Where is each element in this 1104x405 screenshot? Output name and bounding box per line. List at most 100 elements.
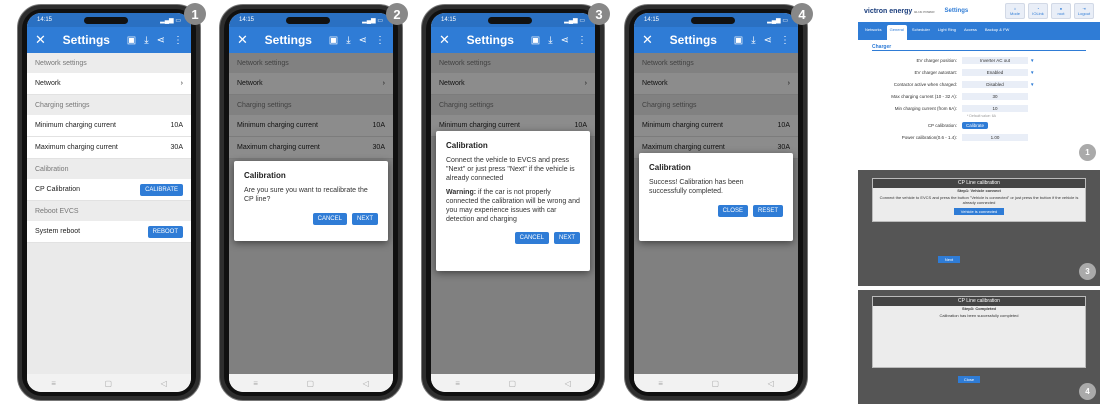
share-icon[interactable]: ⋖ — [359, 35, 367, 46]
contactor-select[interactable]: Disabled — [962, 80, 1028, 88]
max-current-label: Maximum charging current — [35, 144, 118, 151]
download-icon[interactable]: ⤓ — [346, 35, 350, 46]
cancel-button[interactable]: CANCEL — [514, 232, 549, 245]
autostart-select[interactable]: Enabled — [962, 68, 1028, 76]
tab-access[interactable]: Access — [961, 25, 980, 40]
status-icons: ▂▄▆ ▭ — [767, 17, 788, 24]
dropdown-icon: ▼ — [1030, 69, 1035, 75]
share-icon[interactable]: ⋖ — [764, 35, 772, 46]
close-button[interactable]: Close — [958, 376, 980, 383]
reboot-button[interactable]: REBOOT — [147, 225, 183, 238]
calibration-modal: CP Line calibration Step1: Vehicle conne… — [872, 178, 1086, 222]
max-current-input[interactable]: 30 — [962, 92, 1028, 100]
close-icon[interactable]: ✕ — [237, 32, 248, 48]
page-title: Settings — [264, 33, 312, 47]
max-current-row[interactable]: Maximum charging current 30A — [27, 137, 191, 159]
back-nav-icon[interactable]: ◁ — [768, 379, 774, 388]
home-nav-icon[interactable]: ▢ — [104, 379, 112, 388]
reset-button[interactable]: RESET — [752, 204, 783, 217]
tab-general[interactable]: General — [886, 25, 907, 40]
save-icon[interactable]: ▣ — [127, 35, 136, 46]
home-nav-icon[interactable]: ▢ — [711, 379, 719, 388]
field-label: EV charger autostart: — [914, 69, 957, 75]
tab-networks[interactable]: Networks — [862, 25, 885, 40]
dialog-title: Calibration — [649, 163, 691, 172]
close-button[interactable]: CLOSE — [717, 204, 748, 217]
network-row[interactable]: Network › — [27, 73, 191, 95]
logout-button[interactable]: ⇥ Logout — [1074, 3, 1094, 19]
confirm-dialog: Calibration Are you sure you want to rec… — [234, 161, 388, 241]
iolink-button[interactable]: ◔ IOLink — [1028, 3, 1048, 19]
calibrate-button[interactable]: CALIBRATE — [140, 183, 183, 196]
section-network: Network settings — [27, 53, 191, 73]
user-button[interactable]: ● root — [1051, 3, 1071, 19]
step-badge: 3 — [588, 3, 610, 25]
more-icon[interactable]: ⋮ — [577, 35, 587, 46]
dropdown-icon: ▼ — [1030, 81, 1035, 87]
home-nav-icon[interactable]: ▢ — [306, 379, 314, 388]
home-nav-icon[interactable]: ▢ — [508, 379, 516, 388]
menu-nav-icon[interactable]: ≡ — [658, 379, 663, 388]
next-button[interactable]: NEXT — [351, 212, 378, 225]
menu-nav-icon[interactable]: ≡ — [51, 379, 56, 388]
back-nav-icon[interactable]: ◁ — [161, 379, 167, 388]
cp-calibration-row: CP Calibration CALIBRATE — [27, 179, 191, 201]
share-icon[interactable]: ⋖ — [561, 35, 569, 46]
next-button[interactable]: Next — [938, 256, 960, 263]
section-calibration: Calibration — [27, 159, 191, 179]
more-icon[interactable]: ⋮ — [173, 35, 183, 46]
back-nav-icon[interactable]: ◁ — [565, 379, 571, 388]
tab-scheduler[interactable]: Scheduler — [909, 25, 933, 40]
download-icon[interactable]: ⤓ — [548, 35, 552, 46]
vehicle-connected-button[interactable]: Vehicle is connected — [954, 208, 1004, 216]
modal-text: Connect the vehicle to EVCS and press th… — [879, 194, 1079, 205]
form-row: Contactor active when charged: Disabled ▼ — [872, 78, 1086, 90]
more-icon[interactable]: ⋮ — [780, 35, 790, 46]
save-icon[interactable]: ▣ — [329, 35, 338, 46]
modal-step: Step1: Vehicle connect — [957, 188, 1001, 193]
charger-section-title: Charger — [872, 44, 1086, 51]
more-icon[interactable]: ⋮ — [375, 35, 385, 46]
close-icon[interactable]: ✕ — [439, 32, 450, 48]
web-calibration-complete: CP Line calibration Step3: Completed Cal… — [858, 290, 1100, 404]
modal-title: CP Line calibration — [873, 179, 1085, 188]
reboot-row: System reboot REBOOT — [27, 221, 191, 243]
status-time: 14:15 — [644, 17, 660, 23]
save-icon[interactable]: ▣ — [734, 35, 743, 46]
modal-title: CP Line calibration — [873, 297, 1085, 306]
status-icons: ▂▄▆ ▭ — [362, 17, 383, 24]
step-badge: 1 — [1079, 144, 1096, 161]
phone-screen: 14:15 ▂▄▆ ▭ ✕ Settings ▣ ⤓ ⋖ ⋮ Network se… — [634, 13, 798, 392]
modal-text: Calibration has been successfully comple… — [939, 312, 1019, 318]
field-label: Max charging current (10 - 32 A): — [891, 93, 957, 99]
phone-screen: 14:15 ▂▄▆ ▭ ✕ Settings ▣ ⤓ ⋖ ⋮ Network se… — [27, 13, 191, 392]
close-icon[interactable]: ✕ — [35, 32, 46, 48]
download-icon[interactable]: ⤓ — [144, 35, 148, 46]
back-nav-icon[interactable]: ◁ — [363, 379, 369, 388]
dropdown-icon: ▼ — [1030, 57, 1035, 63]
web-calibration-step1: CP Line calibration Step1: Vehicle conne… — [858, 170, 1100, 286]
close-icon[interactable]: ✕ — [642, 32, 653, 48]
web-calibrate-button[interactable]: Calibrate — [962, 121, 989, 129]
menu-nav-icon[interactable]: ≡ — [455, 379, 460, 388]
form-row: Min charging current (from 6A): 10 — [872, 102, 1086, 114]
mode-button[interactable]: ⌂ Mode — [1005, 3, 1025, 19]
min-current-row[interactable]: Minimum charging current 10A — [27, 115, 191, 137]
share-icon[interactable]: ⋖ — [157, 35, 165, 46]
charger-position-select[interactable]: Inverter AC out — [962, 56, 1028, 64]
save-icon[interactable]: ▣ — [531, 35, 540, 46]
power-calibration-input[interactable]: 1.00 — [962, 133, 1028, 141]
max-current-value: 30A — [170, 144, 183, 151]
menu-nav-icon[interactable]: ≡ — [253, 379, 258, 388]
calibration-modal: CP Line calibration Step3: Completed Cal… — [872, 296, 1086, 368]
step-badge: 4 — [1079, 383, 1096, 400]
cancel-button[interactable]: CANCEL — [312, 212, 347, 225]
next-button[interactable]: NEXT — [553, 232, 580, 245]
tab-light-ring[interactable]: Light Ring — [935, 25, 959, 40]
min-current-input[interactable]: 10 — [962, 104, 1028, 112]
logout-label: Logout — [1077, 11, 1091, 16]
page-title: Settings — [62, 33, 110, 47]
tab-backup[interactable]: Backup & FW — [982, 25, 1012, 40]
victron-logo: victron energy BLUE POWER — [864, 8, 935, 15]
download-icon[interactable]: ⤓ — [751, 35, 755, 46]
